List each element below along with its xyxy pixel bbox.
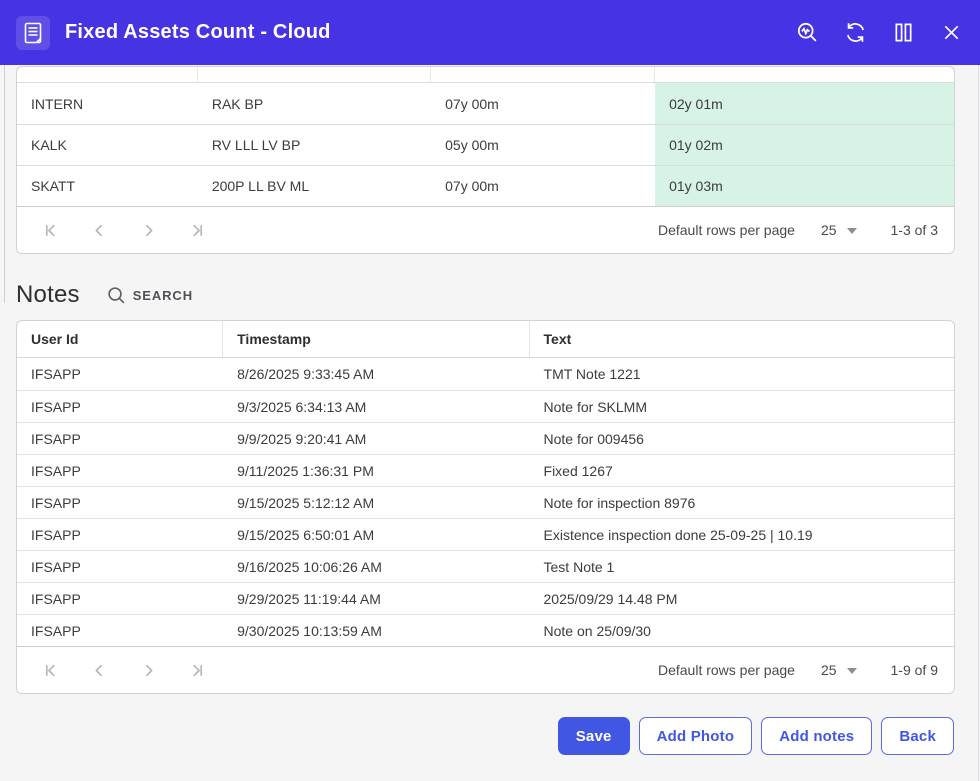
columns-icon[interactable] <box>890 20 916 46</box>
notes-table-header: User Id Timestamp Text <box>17 321 954 358</box>
notes-row[interactable]: IFSAPP 9/15/2025 6:50:01 AM Existence in… <box>17 518 954 550</box>
note-user-id: IFSAPP <box>17 399 223 415</box>
search-button[interactable]: SEARCH <box>107 286 193 305</box>
notes-row[interactable]: IFSAPP 9/15/2025 5:12:12 AM Note for ins… <box>17 486 954 518</box>
rows-per-page-select[interactable]: 25 <box>821 662 857 678</box>
notes-row[interactable]: IFSAPP 8/26/2025 9:33:45 AM TMT Note 122… <box>17 358 954 390</box>
asset-remaining: 01y 02m <box>655 125 954 165</box>
zoom-data-icon[interactable] <box>794 20 820 46</box>
rows-per-page-label: Default rows per page <box>658 662 795 678</box>
asset-life: 07y 00m <box>431 178 655 194</box>
asset-life: 05y 00m <box>431 137 655 153</box>
note-text: Fixed 1267 <box>530 463 954 479</box>
note-timestamp: 9/15/2025 6:50:01 AM <box>223 527 529 543</box>
assets-pagination: Default rows per page 25 1-3 of 3 <box>17 206 954 253</box>
note-timestamp: 9/15/2025 5:12:12 AM <box>223 495 529 511</box>
app-header: Fixed Assets Count - Cloud <box>0 0 980 65</box>
column-header-timestamp: Timestamp <box>223 321 529 357</box>
note-user-id: IFSAPP <box>17 559 223 575</box>
note-timestamp: 8/26/2025 9:33:45 AM <box>223 366 529 382</box>
search-label: SEARCH <box>133 288 193 303</box>
document-note-icon <box>16 16 50 50</box>
notes-pagination: Default rows per page 25 1-9 of 9 <box>17 646 954 693</box>
note-text: Note on 25/09/30 <box>530 623 954 639</box>
note-timestamp: 9/29/2025 11:19:44 AM <box>223 591 529 607</box>
action-bar: Save Add Photo Add notes Back <box>0 717 954 755</box>
save-button[interactable]: Save <box>558 717 630 755</box>
note-text: Note for 009456 <box>530 431 954 447</box>
add-notes-button[interactable]: Add notes <box>761 717 872 755</box>
rows-per-page-label: Default rows per page <box>658 222 795 238</box>
note-text: Note for SKLMM <box>530 399 954 415</box>
refresh-icon[interactable] <box>842 20 868 46</box>
notes-row[interactable]: IFSAPP 9/29/2025 11:19:44 AM 2025/09/29 … <box>17 582 954 614</box>
column-header-text: Text <box>530 321 954 357</box>
note-text: Test Note 1 <box>530 559 954 575</box>
note-user-id: IFSAPP <box>17 591 223 607</box>
rows-per-page-value: 25 <box>821 662 837 678</box>
rows-per-page-value: 25 <box>821 222 837 238</box>
asset-remaining: 02y 01m <box>655 83 954 124</box>
notes-row[interactable]: IFSAPP 9/11/2025 1:36:31 PM Fixed 1267 <box>17 454 954 486</box>
note-timestamp: 9/16/2025 10:06:26 AM <box>223 559 529 575</box>
note-text: 2025/09/29 14.48 PM <box>530 591 954 607</box>
asset-account: KALK <box>17 137 198 153</box>
add-photo-button[interactable]: Add Photo <box>639 717 753 755</box>
window-edge-line <box>978 65 979 781</box>
panel-edge-line <box>4 65 5 303</box>
chevron-down-icon <box>847 668 857 674</box>
asset-row[interactable]: SKATT 200P LL BV ML 07y 00m 01y 03m <box>17 165 954 206</box>
last-page-icon[interactable] <box>186 659 208 681</box>
asset-method: RV LLL LV BP <box>198 137 431 153</box>
previous-page-icon[interactable] <box>88 219 110 241</box>
note-text: TMT Note 1221 <box>530 366 954 382</box>
asset-row[interactable]: INTERN RAK BP 07y 00m 02y 01m <box>17 83 954 124</box>
next-page-icon[interactable] <box>137 219 159 241</box>
notes-row[interactable]: IFSAPP 9/16/2025 10:06:26 AM Test Note 1 <box>17 550 954 582</box>
column-header-user-id: User Id <box>17 321 223 357</box>
last-page-icon[interactable] <box>186 219 208 241</box>
chevron-down-icon <box>847 228 857 234</box>
note-timestamp: 9/11/2025 1:36:31 PM <box>223 463 529 479</box>
search-icon <box>107 286 126 305</box>
first-page-icon[interactable] <box>39 219 61 241</box>
notes-section-header: Notes SEARCH <box>16 281 955 309</box>
note-timestamp: 9/3/2025 6:34:13 AM <box>223 399 529 415</box>
close-icon[interactable] <box>938 20 964 46</box>
note-user-id: IFSAPP <box>17 366 223 382</box>
assets-table: INTERN RAK BP 07y 00m 02y 01m KALK RV LL… <box>16 66 955 254</box>
asset-method: 200P LL BV ML <box>198 178 431 194</box>
note-timestamp: 9/30/2025 10:13:59 AM <box>223 623 529 639</box>
note-text: Note for inspection 8976 <box>530 495 954 511</box>
note-user-id: IFSAPP <box>17 495 223 511</box>
rows-per-page-select[interactable]: 25 <box>821 222 857 238</box>
notes-table: User Id Timestamp Text IFSAPP 8/26/2025 … <box>16 320 955 694</box>
asset-account: INTERN <box>17 96 198 112</box>
notes-row[interactable]: IFSAPP 9/3/2025 6:34:13 AM Note for SKLM… <box>17 390 954 422</box>
asset-row[interactable]: KALK RV LLL LV BP 05y 00m 01y 02m <box>17 124 954 165</box>
page-title: Fixed Assets Count - Cloud <box>65 21 331 44</box>
asset-life: 07y 00m <box>431 96 655 112</box>
note-user-id: IFSAPP <box>17 527 223 543</box>
page-range: 1-3 of 3 <box>891 222 938 238</box>
asset-account: SKATT <box>17 178 198 194</box>
previous-page-icon[interactable] <box>88 659 110 681</box>
notes-row[interactable]: IFSAPP 9/30/2025 10:13:59 AM Note on 25/… <box>17 614 954 646</box>
note-user-id: IFSAPP <box>17 623 223 639</box>
next-page-icon[interactable] <box>137 659 159 681</box>
page-range: 1-9 of 9 <box>891 662 938 678</box>
note-timestamp: 9/9/2025 9:20:41 AM <box>223 431 529 447</box>
notes-row[interactable]: IFSAPP 9/9/2025 9:20:41 AM Note for 0094… <box>17 422 954 454</box>
note-user-id: IFSAPP <box>17 431 223 447</box>
asset-method: RAK BP <box>198 96 431 112</box>
note-text: Existence inspection done 25-09-25 | 10.… <box>530 527 954 543</box>
back-button[interactable]: Back <box>881 717 954 755</box>
asset-remaining: 01y 03m <box>655 166 954 206</box>
note-user-id: IFSAPP <box>17 463 223 479</box>
notes-title: Notes <box>16 281 80 309</box>
assets-table-header-clipped <box>17 67 954 83</box>
first-page-icon[interactable] <box>39 659 61 681</box>
